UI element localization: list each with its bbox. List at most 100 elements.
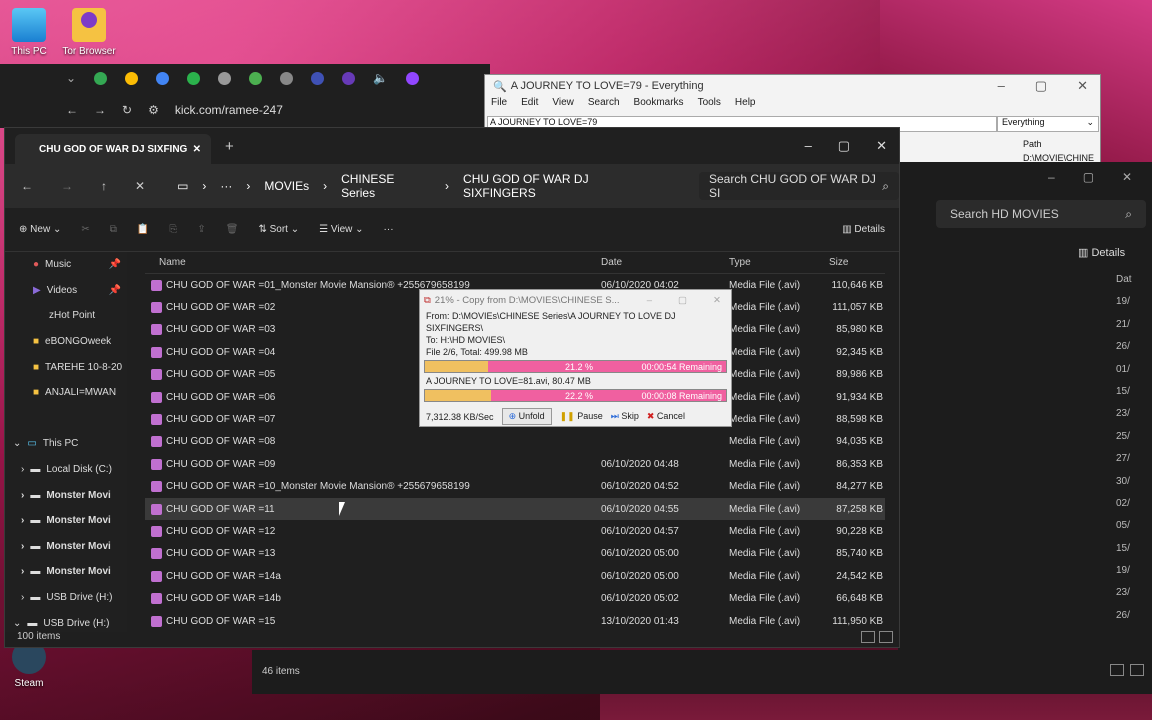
back-icon[interactable]: ←: [21, 179, 33, 193]
twitch-icon[interactable]: [406, 71, 420, 85]
reload-icon[interactable]: ↻: [122, 103, 132, 117]
table-row[interactable]: CHU GOD OF WAR =08 Media File (.avi) 94,03…: [145, 431, 885, 453]
up-icon[interactable]: ↑: [101, 179, 107, 193]
nav-item-drive[interactable]: › ▬ Monster Movi: [5, 482, 127, 508]
nav-item-music[interactable]: ● Music 📌: [5, 252, 127, 278]
cut-icon[interactable]: ✂: [81, 224, 89, 235]
maximize-button[interactable]: ▢: [678, 295, 687, 306]
close-button[interactable]: ✕: [713, 295, 721, 306]
view-toggle-tiles[interactable]: [879, 631, 893, 643]
share-icon[interactable]: ⇪: [197, 224, 205, 235]
details-button[interactable]: ▥ Details: [842, 224, 899, 235]
nav-item-drive[interactable]: › ▬ Monster Movi: [5, 559, 127, 585]
more-options-icon[interactable]: ···: [384, 224, 394, 235]
sort-button[interactable]: ⇅ Sort ⌄: [258, 224, 299, 235]
skip-button[interactable]: ⏭ Skip: [611, 411, 639, 422]
menu-help[interactable]: Help: [735, 97, 756, 115]
delete-icon[interactable]: 🗑: [226, 224, 239, 235]
close-button[interactable]: ✕: [1122, 170, 1132, 184]
copy-icon[interactable]: ⧉: [110, 224, 117, 235]
pause-button[interactable]: ❚❚ Pause: [560, 411, 603, 422]
extension-icon[interactable]: [218, 71, 232, 85]
column-header-size[interactable]: Size: [821, 257, 883, 268]
table-row-selected[interactable]: CHU GOD OF WAR =11 06/10/2020 04:55 Media …: [145, 497, 885, 521]
breadcrumb-item[interactable]: CHINESE Series: [341, 172, 431, 200]
minimize-button[interactable]: –: [805, 138, 812, 154]
view-toggle-tiles[interactable]: [1130, 664, 1144, 676]
extension-icon[interactable]: [249, 71, 263, 85]
column-header-date[interactable]: Date: [593, 257, 721, 268]
tab-current[interactable]: CHU GOD OF WAR DJ SIXFING ✕: [15, 134, 211, 164]
back-icon[interactable]: ←: [66, 103, 78, 117]
extension-icon[interactable]: [280, 71, 294, 85]
more-icon[interactable]: ···: [220, 179, 232, 193]
nav-item-folder[interactable]: zHot Point: [5, 303, 127, 329]
chevron-right-icon[interactable]: ›: [21, 541, 24, 552]
close-icon[interactable]: ✕: [193, 144, 201, 155]
search-input[interactable]: Search HD MOVIES ⌕: [936, 200, 1146, 228]
chevron-down-icon[interactable]: ⌄: [66, 71, 76, 85]
table-row[interactable]: CHU GOD OF WAR =14b 06/10/2020 05:02 Media…: [145, 587, 885, 609]
menu-view[interactable]: View: [552, 97, 574, 115]
maximize-button[interactable]: ▢: [1083, 170, 1094, 184]
extension-icon[interactable]: [187, 71, 201, 85]
column-header-path[interactable]: Path: [1023, 139, 1042, 149]
drive-icon[interactable]: [94, 71, 108, 85]
drive-icon[interactable]: [156, 71, 170, 85]
table-row[interactable]: CHU GOD OF WAR =14a 06/10/2020 05:00 Media…: [145, 565, 885, 587]
maximize-button[interactable]: ▢: [1035, 78, 1047, 94]
menu-bookmarks[interactable]: Bookmarks: [634, 97, 684, 115]
view-toggle-details[interactable]: [1110, 664, 1124, 676]
details-button[interactable]: ▥ Details: [1078, 246, 1125, 259]
nav-item-folder[interactable]: ■ eBONGOweek: [5, 329, 127, 355]
view-button[interactable]: ☰ View ⌄: [319, 224, 363, 235]
speaker-icon[interactable]: 🔈: [373, 71, 388, 85]
minimize-button[interactable]: –: [647, 295, 652, 306]
chevron-down-icon[interactable]: ⌄: [13, 438, 21, 449]
chevron-right-icon[interactable]: ›: [21, 515, 24, 526]
view-toggle-details[interactable]: [861, 631, 875, 643]
nav-item-drive[interactable]: › ▬ Local Disk (C:): [5, 457, 127, 483]
minimize-button[interactable]: –: [998, 78, 1005, 94]
column-header-date[interactable]: Dat: [1116, 274, 1146, 296]
chevron-right-icon[interactable]: ›: [21, 490, 24, 501]
menu-tools[interactable]: Tools: [698, 97, 721, 115]
maximize-button[interactable]: ▢: [838, 138, 850, 154]
search-input[interactable]: Search CHU GOD OF WAR DJ SI ⌕: [698, 172, 899, 200]
column-header-name[interactable]: Name: [145, 257, 593, 268]
extension-icon[interactable]: [342, 71, 356, 85]
nav-item-videos[interactable]: ▶ Videos 📌: [5, 278, 127, 304]
table-row[interactable]: CHU GOD OF WAR =10_Monster Movie Mansion…: [145, 476, 885, 498]
new-button[interactable]: ⊕ New ⌄: [19, 224, 61, 235]
breadcrumb-item[interactable]: CHU GOD OF WAR DJ SIXFINGERS: [463, 172, 663, 200]
chevron-right-icon[interactable]: ›: [21, 566, 24, 577]
nav-item-folder[interactable]: ■ TAREHE 10-8-20: [5, 354, 127, 380]
close-button[interactable]: ✕: [876, 138, 887, 154]
menu-edit[interactable]: Edit: [521, 97, 538, 115]
stop-icon[interactable]: ✕: [135, 179, 145, 193]
forward-icon[interactable]: →: [61, 179, 73, 193]
menu-search[interactable]: Search: [588, 97, 620, 115]
minimize-button[interactable]: –: [1048, 170, 1055, 184]
close-button[interactable]: ✕: [1077, 78, 1088, 94]
desktop-icon-tor-browser[interactable]: Tor Browser: [54, 8, 124, 57]
column-header-type[interactable]: Type: [721, 257, 821, 268]
breadcrumb-item[interactable]: MOVIEs: [264, 179, 309, 193]
chevron-right-icon[interactable]: ›: [21, 464, 24, 475]
url-field[interactable]: kick.com/ramee-247: [175, 103, 283, 117]
menu-file[interactable]: File: [491, 97, 507, 115]
nav-item-drive[interactable]: › ▬ Monster Movi: [5, 508, 127, 534]
breadcrumb[interactable]: ▭ › ··· › MOVIEs › CHINESE Series › CHU …: [173, 172, 663, 200]
chevron-right-icon[interactable]: ›: [21, 592, 24, 603]
rename-icon[interactable]: ⎘: [169, 224, 177, 235]
nav-item-this-pc[interactable]: ⌄ ▭ This PC: [5, 431, 127, 457]
table-row[interactable]: CHU GOD OF WAR =09 06/10/2020 04:48 Media …: [145, 453, 885, 475]
nav-item-drive[interactable]: › ▬ USB Drive (H:): [5, 585, 127, 611]
cancel-button[interactable]: ✖ Cancel: [647, 411, 685, 422]
drive-icon[interactable]: [125, 71, 139, 85]
unfold-button[interactable]: ⊕ Unfold: [501, 408, 552, 425]
table-row[interactable]: CHU GOD OF WAR =13 06/10/2020 05:00 Media …: [145, 543, 885, 565]
new-tab-button[interactable]: +: [225, 138, 234, 155]
nav-item-folder[interactable]: ■ ANJALI=MWAN: [5, 380, 127, 406]
table-row[interactable]: CHU GOD OF WAR =12 06/10/2020 04:57 Media …: [145, 520, 885, 542]
